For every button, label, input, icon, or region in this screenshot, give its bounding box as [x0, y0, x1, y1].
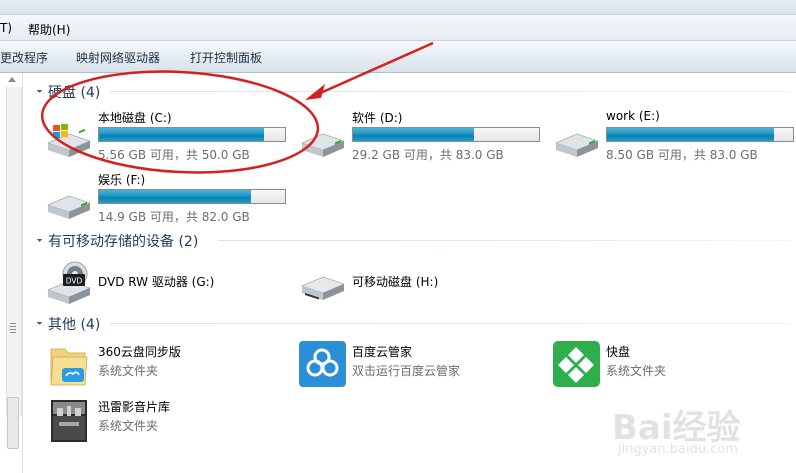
nav-scrollbar[interactable]	[6, 87, 22, 449]
hard-drive-icon	[301, 133, 345, 157]
other-item-360-cloud[interactable]: 360云盘同步版 系统文件夹	[45, 341, 285, 389]
item-name: 快盘	[606, 345, 631, 359]
item-name: 百度云管家	[352, 345, 413, 359]
nav-scrollbar-thumb[interactable]	[7, 397, 19, 449]
item-subtitle: 系统文件夹	[98, 364, 159, 378]
usage-bar	[98, 127, 286, 142]
group-title: 有可移动存储的设备 (2)	[48, 234, 199, 250]
usage-bar-fill	[99, 190, 252, 203]
usage-bar-fill	[99, 128, 265, 141]
menu-help[interactable]: 帮助(H)	[28, 21, 70, 38]
usage-bar	[352, 127, 540, 142]
pane-resize-grip-icon[interactable]	[10, 323, 16, 333]
item-subtitle: 系统文件夹	[606, 364, 667, 378]
other-item-baidu-cloud[interactable]: 百度云管家 双击运行百度云管家	[299, 341, 539, 389]
open-control-panel-button[interactable]: 打开控制面板	[190, 49, 262, 66]
drive-space-info: 5.56 GB 可用，共 50.0 GB	[98, 148, 250, 162]
usage-bar	[606, 127, 794, 142]
menu-tools[interactable]: T)	[0, 21, 12, 35]
kuaipan-icon	[553, 341, 600, 387]
drive-c[interactable]: 本地磁盘 (C:) 5.56 GB 可用，共 50.0 GB	[45, 109, 295, 165]
usage-bar-fill	[607, 128, 775, 141]
group-title: 硬盘 (4)	[48, 85, 101, 101]
menu-bar: T) 帮助(H)	[0, 15, 796, 41]
group-header-hard-disks[interactable]: 硬盘 (4)	[28, 82, 790, 101]
group-header-removable[interactable]: 有可移动存储的设备 (2)	[28, 231, 790, 250]
windows-system-drive-icon	[47, 124, 91, 157]
toolbar: 更改程序 映射网络驱动器 打开控制面板	[0, 41, 796, 73]
360-cloud-icon	[50, 348, 88, 386]
usage-bar	[98, 189, 286, 204]
group-divider	[218, 240, 790, 241]
drive-name: work (E:)	[606, 109, 660, 123]
scroll-up-arrow-icon[interactable]	[8, 77, 16, 82]
drive-space-info: 8.50 GB 可用，共 83.0 GB	[606, 148, 758, 162]
removable-disk-icon	[301, 276, 345, 300]
dvd-drive-icon: DVD	[47, 261, 91, 304]
collapse-triangle-icon[interactable]	[34, 317, 43, 325]
svg-text:DVD: DVD	[66, 277, 83, 286]
baidu-jingyan-watermark: Bai经验 jingyan.baidu.com	[604, 398, 794, 470]
item-name: 迅雷影音片库	[98, 400, 171, 414]
group-divider	[110, 91, 790, 92]
navigation-pane	[0, 73, 23, 473]
drive-name: 本地磁盘 (C:)	[98, 111, 172, 125]
item-subtitle: 双击运行百度云管家	[352, 364, 461, 378]
xunlei-icon	[51, 400, 87, 442]
watermark-url: jingyan.baidu.com	[618, 442, 738, 457]
usage-bar-fill	[353, 128, 474, 141]
device-dvd-drive[interactable]: DVD DVD RW 驱动器 (G:)	[45, 260, 285, 308]
change-program-button[interactable]: 更改程序	[0, 49, 48, 66]
group-divider	[110, 323, 790, 324]
device-removable-disk[interactable]: 可移动磁盘 (H:)	[299, 260, 539, 308]
drive-space-info: 29.2 GB 可用，共 83.0 GB	[352, 148, 504, 162]
hard-drive-icon	[47, 195, 91, 219]
item-name: 360云盘同步版	[98, 345, 181, 359]
baidu-cloud-icon	[299, 341, 346, 387]
item-subtitle: 系统文件夹	[98, 419, 159, 433]
drive-space-info: 14.9 GB 可用，共 82.0 GB	[98, 210, 250, 224]
device-name: DVD RW 驱动器 (G:)	[98, 275, 215, 289]
window-top-band	[0, 0, 796, 15]
collapse-triangle-icon[interactable]	[34, 234, 43, 242]
group-header-other[interactable]: 其他 (4)	[28, 314, 790, 333]
group-title: 其他 (4)	[48, 317, 101, 333]
device-name: 可移动磁盘 (H:)	[352, 275, 439, 289]
other-item-xunlei[interactable]: 迅雷影音片库 系统文件夹	[45, 396, 285, 444]
drive-e[interactable]: work (E:) 8.50 GB 可用，共 83.0 GB	[553, 109, 796, 165]
drive-d[interactable]: 软件 (D:) 29.2 GB 可用，共 83.0 GB	[299, 109, 549, 165]
hard-drive-icon	[555, 133, 599, 157]
other-item-kuaipan[interactable]: 快盘 系统文件夹	[553, 341, 793, 389]
drive-name: 娱乐 (F:)	[98, 173, 146, 187]
map-network-drive-button[interactable]: 映射网络驱动器	[76, 49, 160, 66]
drive-f[interactable]: 娱乐 (F:) 14.9 GB 可用，共 82.0 GB	[45, 171, 295, 227]
collapse-triangle-icon[interactable]	[34, 85, 43, 93]
drive-name: 软件 (D:)	[352, 111, 403, 125]
